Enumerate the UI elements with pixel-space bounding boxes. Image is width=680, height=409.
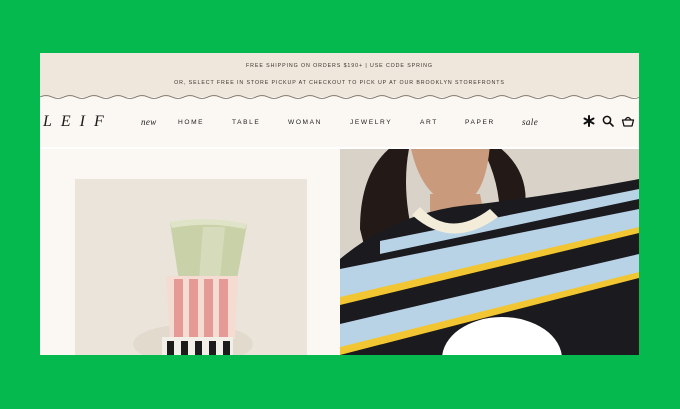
nav-table[interactable]: TABLE [232, 119, 260, 126]
nav-jewelry[interactable]: JEWELRY [350, 119, 392, 126]
nav-art[interactable]: ART [420, 119, 438, 126]
basket-icon[interactable] [621, 114, 635, 133]
nav-paper[interactable]: PAPER [465, 119, 495, 126]
hero-section [40, 149, 639, 355]
announcement-shipping: FREE SHIPPING ON ORDERS $190+ | USE CODE… [246, 63, 433, 69]
site-header: LEIF new HOME TABLE WOMAN JEWELRY ART PA… [40, 97, 639, 147]
banner-wavy-edge [40, 95, 639, 99]
nav-new[interactable]: new [141, 117, 157, 127]
search-icon[interactable] [602, 114, 614, 133]
nav-sale[interactable]: sale [522, 117, 538, 127]
browser-viewport: FREE SHIPPING ON ORDERS $190+ | USE CODE… [40, 53, 639, 355]
nav-home[interactable]: HOME [178, 119, 204, 126]
product-image-cups[interactable] [75, 179, 307, 355]
announcement-bar: FREE SHIPPING ON ORDERS $190+ | USE CODE… [40, 53, 639, 97]
product-image-striped-tee[interactable] [340, 149, 639, 355]
announcement-pickup: OR, SELECT FREE IN STORE PICKUP AT CHECK… [174, 80, 505, 86]
nav-woman[interactable]: WOMAN [288, 119, 322, 126]
asterisk-icon[interactable] [583, 114, 595, 133]
site-logo[interactable]: LEIF [43, 113, 113, 131]
